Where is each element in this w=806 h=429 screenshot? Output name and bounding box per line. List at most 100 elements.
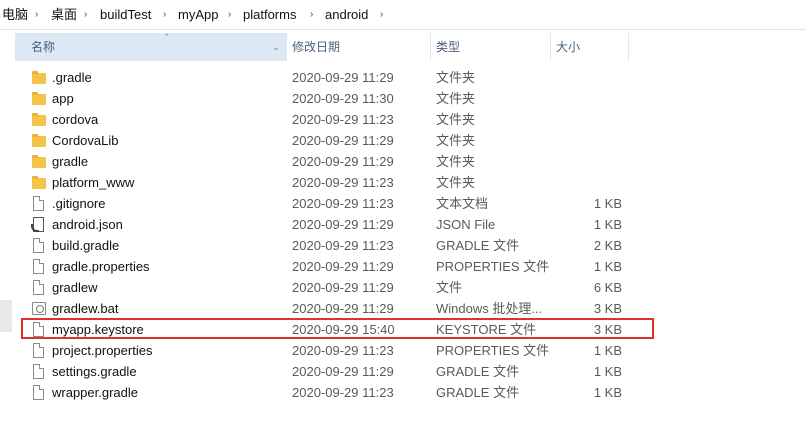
file-name: build.gradle xyxy=(52,238,120,253)
file-row[interactable]: project.properties 2020-09-29 11:23 PROP… xyxy=(15,340,655,361)
file-row[interactable]: platform_www 2020-09-29 11:23 文件夹 xyxy=(15,172,655,193)
file-date: 2020-09-29 11:29 xyxy=(292,259,394,274)
chevron-down-icon[interactable]: ⌄ xyxy=(272,33,280,61)
file-date: 2020-09-29 11:23 xyxy=(292,238,394,253)
folder-icon xyxy=(31,175,47,191)
column-header-size[interactable]: 大小 xyxy=(556,33,580,61)
file-date: 2020-09-29 11:29 xyxy=(292,154,394,169)
file-type: 文件夹 xyxy=(436,175,476,190)
column-header-date[interactable]: 修改日期 xyxy=(292,33,340,61)
file-type: 文件夹 xyxy=(436,91,476,106)
highlight-box xyxy=(21,318,654,339)
file-row[interactable]: CordovaLib 2020-09-29 11:29 文件夹 xyxy=(15,130,655,151)
file-icon xyxy=(31,343,47,359)
json-file-icon xyxy=(31,217,47,233)
file-name: platform_www xyxy=(52,175,135,190)
file-row[interactable]: build.gradle 2020-09-29 11:23 GRADLE 文件 … xyxy=(15,235,655,256)
breadcrumb-separator-icon[interactable]: › xyxy=(35,0,38,29)
file-row[interactable]: app 2020-09-29 11:30 文件夹 xyxy=(15,88,655,109)
file-date: 2020-09-29 11:29 xyxy=(292,280,394,295)
file-row[interactable]: gradle 2020-09-29 11:29 文件夹 xyxy=(15,151,655,172)
file-row[interactable]: android.json 2020-09-29 11:29 JSON File … xyxy=(15,214,655,235)
file-name: gradle.properties xyxy=(52,259,150,274)
file-icon xyxy=(31,280,47,296)
column-divider[interactable] xyxy=(628,33,629,61)
file-row[interactable]: .gradle 2020-09-29 11:29 文件夹 xyxy=(15,67,655,88)
file-name: project.properties xyxy=(52,343,153,358)
file-date: 2020-09-29 11:29 xyxy=(292,133,394,148)
file-size: 1 KB xyxy=(593,343,622,358)
file-type: 文件夹 xyxy=(436,112,476,127)
folder-icon xyxy=(31,133,47,149)
text-file-icon xyxy=(31,196,47,212)
breadcrumb-separator-icon[interactable]: › xyxy=(228,0,231,29)
file-row[interactable]: settings.gradle 2020-09-29 11:29 GRADLE … xyxy=(15,361,655,382)
navigation-pane-edge[interactable] xyxy=(0,300,12,332)
folder-icon xyxy=(31,70,47,86)
column-divider[interactable] xyxy=(430,33,431,61)
file-type: 文件夹 xyxy=(436,70,476,85)
file-size: 1 KB xyxy=(593,217,622,232)
file-name: wrapper.gradle xyxy=(52,385,138,400)
breadcrumb-item-platforms[interactable]: platforms xyxy=(243,0,296,29)
file-name: gradlew.bat xyxy=(52,301,119,316)
file-date: 2020-09-29 11:23 xyxy=(292,196,394,211)
breadcrumb-item-computer[interactable]: 电脑 xyxy=(2,0,28,29)
breadcrumb-item-buildtest[interactable]: buildTest xyxy=(100,0,151,29)
file-name: android.json xyxy=(52,217,123,232)
file-name: gradlew xyxy=(52,280,98,295)
file-row[interactable]: wrapper.gradle 2020-09-29 11:23 GRADLE 文… xyxy=(15,382,655,403)
folder-icon xyxy=(31,154,47,170)
file-type: 文件 xyxy=(436,280,463,295)
file-type: 文件夹 xyxy=(436,154,476,169)
file-size: 1 KB xyxy=(593,385,622,400)
file-date: 2020-09-29 11:23 xyxy=(292,112,394,127)
file-date: 2020-09-29 11:23 xyxy=(292,175,394,190)
file-icon xyxy=(31,238,47,254)
folder-icon xyxy=(31,112,47,128)
file-date: 2020-09-29 11:23 xyxy=(292,343,394,358)
file-type: GRADLE 文件 xyxy=(436,385,520,400)
column-divider[interactable] xyxy=(286,33,287,61)
breadcrumb: 电脑 › 桌面 › buildTest › myApp › platforms … xyxy=(0,0,806,30)
file-size: 1 KB xyxy=(593,196,622,211)
column-header-type[interactable]: 类型 xyxy=(436,33,460,61)
file-date: 2020-09-29 11:29 xyxy=(292,364,394,379)
file-row[interactable]: cordova 2020-09-29 11:23 文件夹 xyxy=(15,109,655,130)
file-name: settings.gradle xyxy=(52,364,137,379)
breadcrumb-item-desktop[interactable]: 桌面 xyxy=(51,0,77,29)
file-size: 2 KB xyxy=(593,238,622,253)
file-name: .gitignore xyxy=(52,196,106,211)
file-type: PROPERTIES 文件 xyxy=(436,259,550,274)
file-date: 2020-09-29 11:29 xyxy=(292,217,394,232)
breadcrumb-separator-icon[interactable]: › xyxy=(380,0,383,29)
file-icon xyxy=(31,385,47,401)
file-icon xyxy=(31,259,47,275)
column-header: 名称 ˆ ⌄ 修改日期 类型 大小 xyxy=(15,33,806,61)
file-row[interactable]: gradle.properties 2020-09-29 11:29 PROPE… xyxy=(15,256,655,277)
column-header-name-label: 名称 xyxy=(31,40,56,54)
file-type: PROPERTIES 文件 xyxy=(436,343,550,358)
breadcrumb-separator-icon[interactable]: › xyxy=(84,0,87,29)
file-row[interactable]: gradlew.bat 2020-09-29 11:29 Windows 批处理… xyxy=(15,298,655,319)
breadcrumb-item-android[interactable]: android xyxy=(325,0,368,29)
file-icon xyxy=(31,364,47,380)
breadcrumb-separator-icon[interactable]: › xyxy=(310,0,313,29)
file-type: JSON File xyxy=(436,217,496,232)
file-row[interactable]: .gitignore 2020-09-29 11:23 文本文档 1 KB xyxy=(15,193,655,214)
file-date: 2020-09-29 11:23 xyxy=(292,385,394,400)
file-name: app xyxy=(52,91,74,106)
file-row[interactable]: gradlew 2020-09-29 11:29 文件 6 KB xyxy=(15,277,655,298)
file-type: GRADLE 文件 xyxy=(436,364,520,379)
column-header-name[interactable]: 名称 ˆ ⌄ xyxy=(15,33,286,61)
file-name: CordovaLib xyxy=(52,133,119,148)
file-date: 2020-09-29 11:29 xyxy=(292,301,394,316)
file-type: GRADLE 文件 xyxy=(436,238,520,253)
file-date: 2020-09-29 11:30 xyxy=(292,91,394,106)
file-size: 1 KB xyxy=(593,364,622,379)
column-divider[interactable] xyxy=(550,33,551,61)
file-name: cordova xyxy=(52,112,99,127)
file-type: 文件夹 xyxy=(436,133,476,148)
breadcrumb-item-myapp[interactable]: myApp xyxy=(178,0,218,29)
folder-icon xyxy=(31,91,47,107)
